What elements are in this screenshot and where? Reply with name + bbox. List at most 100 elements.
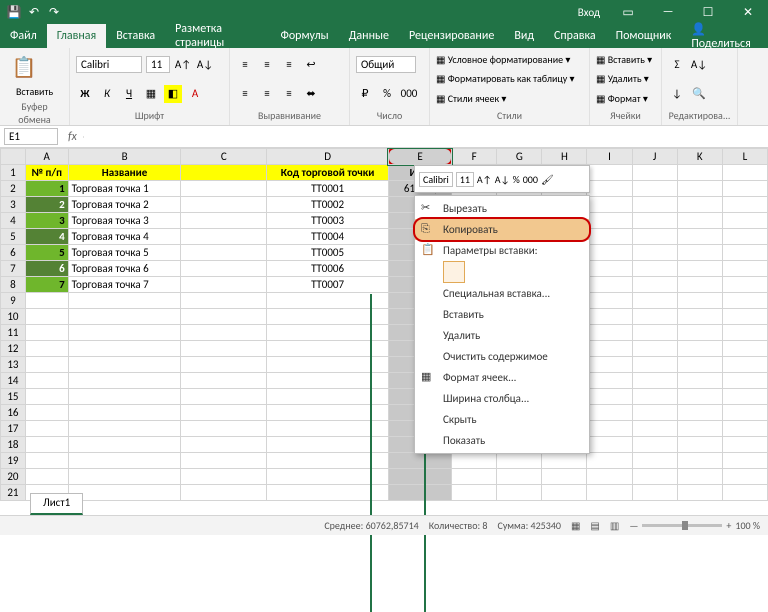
row-header[interactable]: 21: [1, 485, 26, 501]
row-header[interactable]: 16: [1, 405, 26, 421]
ctx-copy[interactable]: ⎘Копировать: [415, 219, 589, 240]
row-header[interactable]: 18: [1, 437, 26, 453]
tab-Рецензирование[interactable]: Рецензирование: [399, 24, 504, 48]
font-name-select[interactable]: Calibri: [76, 56, 142, 73]
cell-button[interactable]: ▦ Удалить ▾: [596, 72, 655, 85]
style-button[interactable]: ▦ Стили ячеек ▾: [436, 92, 583, 105]
merge-icon[interactable]: ⬌: [302, 85, 320, 103]
tab-Справка[interactable]: Справка: [544, 24, 606, 48]
row-header[interactable]: 5: [1, 229, 26, 245]
ribbon-options-icon[interactable]: ▭: [608, 0, 648, 24]
comma-icon[interactable]: 000: [400, 84, 418, 102]
tab-Формулы[interactable]: Формулы: [270, 24, 338, 48]
align-bot-icon[interactable]: ≡: [280, 56, 298, 74]
align-mid-icon[interactable]: ≡: [258, 56, 276, 74]
view-normal-icon[interactable]: ▦: [571, 519, 580, 532]
border-icon[interactable]: ▦: [142, 85, 160, 103]
number-format-select[interactable]: Общий: [356, 56, 416, 73]
cell-button[interactable]: ▦ Формат ▾: [596, 92, 655, 105]
name-box[interactable]: [4, 128, 58, 145]
align-right-icon[interactable]: ≡: [280, 85, 298, 103]
fill-color-icon[interactable]: ◧: [164, 85, 182, 103]
column-header[interactable]: L: [722, 149, 767, 165]
align-center-icon[interactable]: ≡: [258, 85, 276, 103]
row-header[interactable]: 13: [1, 357, 26, 373]
tab-Помощник[interactable]: Помощник: [606, 24, 682, 48]
row-header[interactable]: 1: [1, 165, 26, 181]
column-header[interactable]: D: [267, 149, 389, 165]
mini-comma-icon[interactable]: 000: [523, 173, 538, 186]
column-header[interactable]: I: [587, 149, 632, 165]
tab-Данные[interactable]: Данные: [339, 24, 399, 48]
tab-Файл[interactable]: Файл: [0, 24, 47, 48]
percent-icon[interactable]: %: [378, 84, 396, 102]
paste-button[interactable]: Вставить: [6, 85, 63, 98]
paste-icon[interactable]: 📋: [6, 51, 42, 83]
style-button[interactable]: ▦ Условное форматирование ▾: [436, 53, 583, 66]
tab-Вид[interactable]: Вид: [504, 24, 544, 48]
row-header[interactable]: 9: [1, 293, 26, 309]
align-top-icon[interactable]: ≡: [236, 56, 254, 74]
row-header[interactable]: 15: [1, 389, 26, 405]
sheet-tab[interactable]: Лист1: [30, 493, 83, 515]
column-header[interactable]: A: [25, 149, 68, 165]
spreadsheet-grid[interactable]: ABCDEFGHIJKL1№ п/пНазваниеКод торговой т…: [0, 148, 768, 501]
ctx-hide[interactable]: Скрыть: [415, 409, 589, 430]
row-header[interactable]: 4: [1, 213, 26, 229]
decrease-font-icon[interactable]: A↓: [196, 56, 214, 74]
bold-icon[interactable]: Ж: [76, 85, 94, 103]
fill-icon[interactable]: ↓: [668, 85, 686, 103]
row-header[interactable]: 11: [1, 325, 26, 341]
row-header[interactable]: 17: [1, 421, 26, 437]
column-header[interactable]: B: [68, 149, 181, 165]
wrap-text-icon[interactable]: ↩: [302, 56, 320, 74]
save-icon[interactable]: 💾: [6, 4, 22, 20]
ctx-paste-special[interactable]: Специальная вставка...: [415, 283, 589, 304]
increase-font-icon[interactable]: A↑: [174, 56, 192, 74]
fx-icon[interactable]: fx: [62, 130, 83, 144]
maximize-icon[interactable]: ☐: [688, 0, 728, 24]
ctx-show[interactable]: Показать: [415, 430, 589, 451]
style-button[interactable]: ▦ Форматировать как таблицу ▾: [436, 72, 583, 85]
minimize-icon[interactable]: —: [648, 0, 688, 24]
row-header[interactable]: 6: [1, 245, 26, 261]
close-icon[interactable]: ✕: [728, 0, 768, 24]
share-button[interactable]: 👤 Поделиться: [681, 24, 768, 48]
row-header[interactable]: 2: [1, 181, 26, 197]
row-header[interactable]: 7: [1, 261, 26, 277]
ctx-format-cells[interactable]: ▦Формат ячеек...: [415, 367, 589, 388]
ctx-delete[interactable]: Удалить: [415, 325, 589, 346]
cell-button[interactable]: ▦ Вставить ▾: [596, 53, 655, 66]
row-header[interactable]: 3: [1, 197, 26, 213]
underline-icon[interactable]: Ч: [120, 85, 138, 103]
mini-increase-font-icon[interactable]: A↑: [477, 173, 492, 186]
ctx-column-width[interactable]: Ширина столбца...: [415, 388, 589, 409]
view-layout-icon[interactable]: ▤: [590, 519, 599, 532]
column-header[interactable]: J: [632, 149, 677, 165]
undo-icon[interactable]: ↶: [26, 4, 42, 20]
autosum-icon[interactable]: Σ: [668, 56, 686, 74]
row-header[interactable]: 20: [1, 469, 26, 485]
column-header[interactable]: H: [542, 149, 587, 165]
mini-font-select[interactable]: Calibri: [419, 172, 453, 187]
mini-percent-icon[interactable]: %: [513, 173, 520, 186]
ctx-insert[interactable]: Вставить: [415, 304, 589, 325]
row-header[interactable]: 14: [1, 373, 26, 389]
tab-Главная[interactable]: Главная: [47, 24, 106, 48]
italic-icon[interactable]: К: [98, 85, 116, 103]
tab-Разметка страницы[interactable]: Разметка страницы: [165, 24, 270, 48]
currency-icon[interactable]: ₽: [356, 84, 374, 102]
account-button[interactable]: Вход: [570, 6, 608, 19]
view-pagebreak-icon[interactable]: ▥: [610, 519, 619, 532]
column-header[interactable]: F: [452, 149, 497, 165]
ctx-cut[interactable]: ✂Вырезать: [415, 198, 589, 219]
tab-Вставка[interactable]: Вставка: [106, 24, 165, 48]
font-color-icon[interactable]: A: [186, 85, 204, 103]
row-header[interactable]: 19: [1, 453, 26, 469]
column-header[interactable]: K: [677, 149, 722, 165]
row-header[interactable]: 10: [1, 309, 26, 325]
ctx-clear[interactable]: Очистить содержимое: [415, 346, 589, 367]
column-header[interactable]: C: [181, 149, 267, 165]
mini-size-select[interactable]: 11: [456, 172, 474, 187]
align-left-icon[interactable]: ≡: [236, 85, 254, 103]
